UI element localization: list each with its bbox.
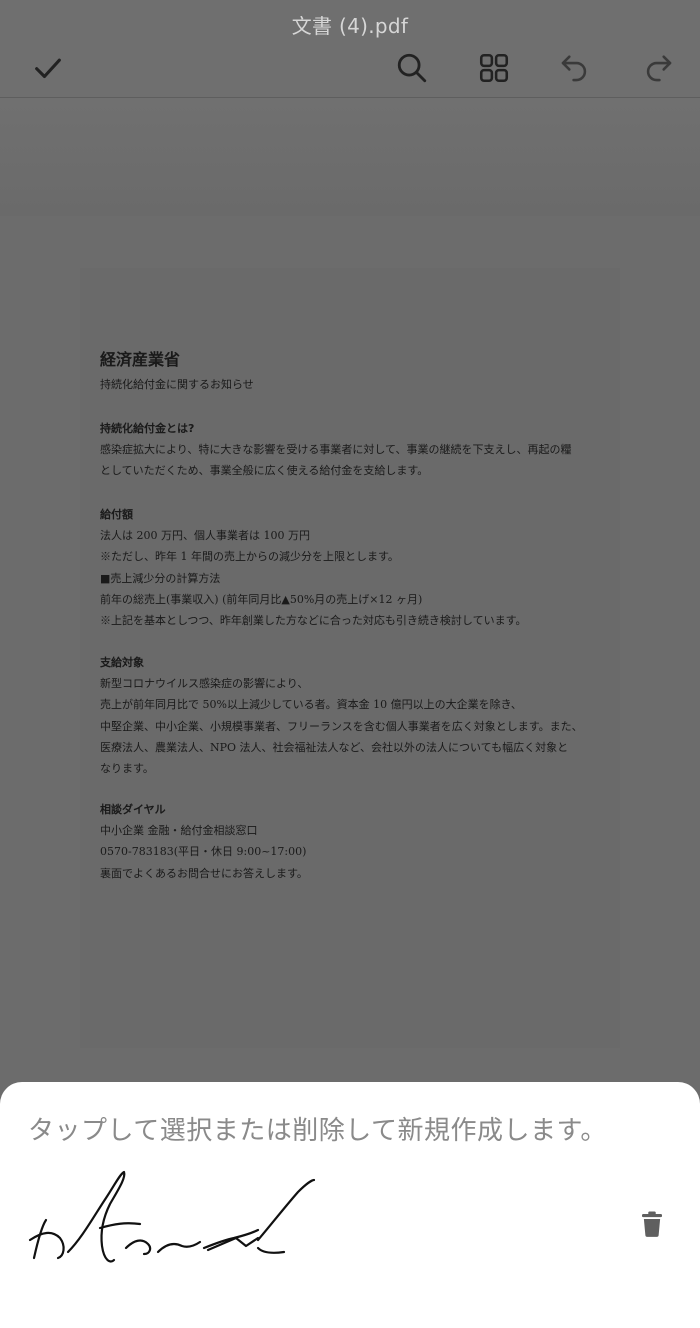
pdf-page: 経済産業省 持続化給付金に関するお知らせ 持続化給付金とは? 感染症拡大により、… [80,268,620,1048]
section-line: 中堅企業、中小企業、小規模事業者、フリーランスを含む個人事業者を広く対象とします… [100,719,583,733]
section-line: ■売上減少分の計算方法 [100,571,221,585]
section-line: 前年の総売上(事業収入) (前年同月比▲50%月の売上げ×12 ヶ月) [100,592,423,606]
section-line: 0570-783183(平日・休日 9:00~17:00) [100,845,307,859]
section-about: 持続化給付金とは? 感染症拡大により、特に大きな影響を受ける事業者に対して、事業… [100,418,620,482]
section-line: 法人は 200 万円、個人事業者は 100 万円 [100,529,310,543]
document-subtitle: 持続化給付金に関するお知らせ [100,378,254,391]
section-line: ※上記を基本としつつ、昨年創業した方などに合った対応も引き続き検討しています。 [100,614,527,628]
section-line: 感染症拡大により、特に大きな影響を受ける事業者に対して、事業の継続を下支えし、再… [100,443,572,457]
section-line: ※ただし、昨年 1 年間の売上からの減少分を上限とします。 [100,550,399,564]
search-icon [397,53,427,83]
dimmed-area [0,98,700,216]
section-heading: 相談ダイヤル [100,803,166,816]
section-heading: 給付額 [100,508,133,521]
pdf-editor-screen: 文書 (4).pdf 経済産業省 持続化給付金に関するお知らせ 持続化給付金とは… [0,0,700,1328]
section-line: としていただくため、事業全般に広く使える給付金を支給します。 [100,464,429,478]
thumbnail-grid-button[interactable] [466,40,522,96]
delete-signature-button[interactable] [630,1202,674,1246]
top-toolbar: 文書 (4).pdf [0,0,700,98]
document-heading: 経済産業省 [100,350,181,369]
section-line: 売上が前年同月比で 50%以上減少している者。資本金 10 億円以上の大企業を除… [100,698,522,712]
section-line: なります。 [100,762,154,776]
section-line: 中小企業 金融・給付金相談窓口 [100,824,258,838]
redo-icon [646,55,672,82]
section-line: 新型コロナウイルス感染症の影響により、 [100,677,309,691]
signature-hint: タップして選択または削除して新規作成します。 [28,1116,607,1146]
done-button[interactable] [20,40,76,96]
section-heading: 支給対象 [100,656,144,669]
section-eligibility: 支給対象 新型コロナウイルス感染症の影響により、 売上が前年同月比で 50%以上… [100,652,620,779]
trash-icon [642,1211,662,1237]
section-line: 裏面でよくあるお問合せにお答えします。 [100,866,308,880]
grid-icon [479,53,509,83]
saved-signature[interactable] [22,1168,322,1268]
undo-button[interactable] [547,40,603,96]
signature-sheet: タップして選択または削除して新規作成します。 [0,1082,700,1328]
section-line: 医療法人、農業法人、NPO 法人、社会福祉法人など、会社以外の法人についても幅広… [100,740,569,754]
section-heading: 持続化給付金とは? [100,422,195,435]
section-contact: 相談ダイヤル 中小企業 金融・給付金相談窓口 0570-783183(平日・休日… [100,799,620,884]
section-amount: 給付額 法人は 200 万円、個人事業者は 100 万円 ※ただし、昨年 1 年… [100,504,620,631]
redo-button[interactable] [630,40,686,96]
check-icon [35,58,61,79]
search-button[interactable] [384,40,440,96]
document-title: 文書 (4).pdf [291,14,409,38]
undo-icon [561,55,587,82]
